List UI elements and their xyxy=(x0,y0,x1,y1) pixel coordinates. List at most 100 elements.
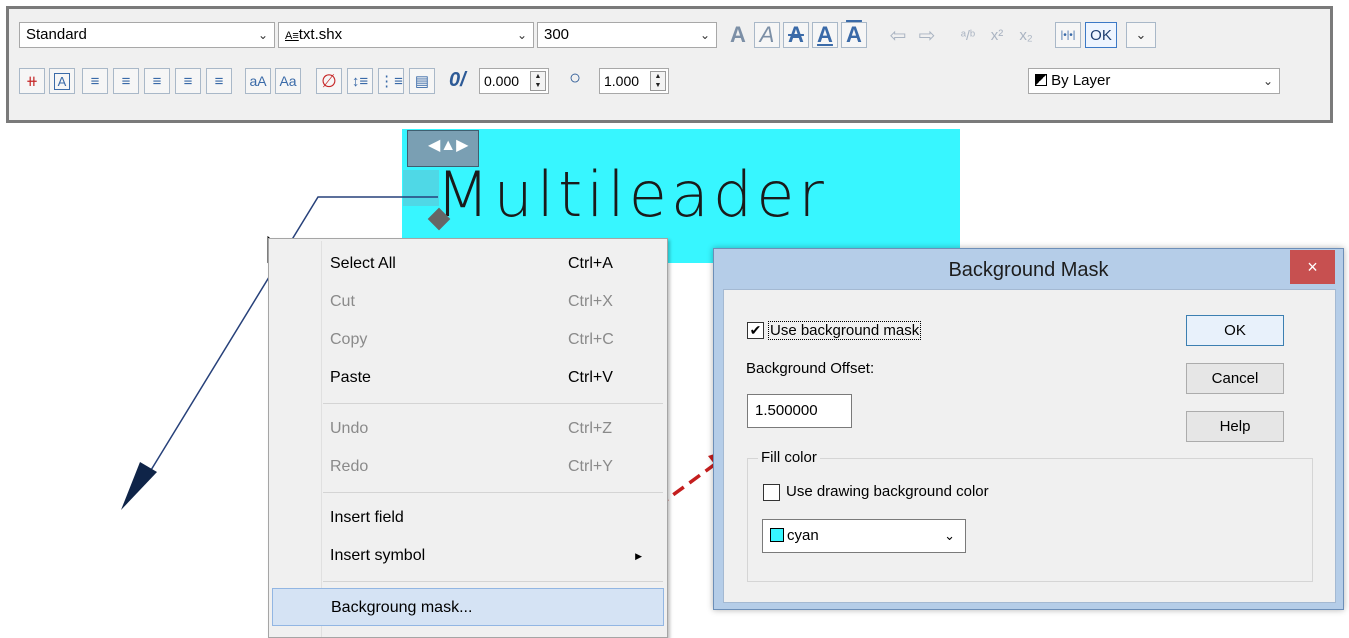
oblique-angle-spinner[interactable]: 0.000 ▲ ▼ xyxy=(479,68,549,94)
line-spacing-button[interactable]: ↕≡ xyxy=(347,68,373,94)
close-icon: × xyxy=(1307,257,1318,277)
font-dropdown[interactable]: A≡txt.shx ⌄ xyxy=(278,22,534,48)
cancel-label: Cancel xyxy=(1211,370,1259,387)
text-style-dropdown[interactable]: Standard ⌄ xyxy=(19,22,275,48)
subscript-button[interactable]: x₂ xyxy=(1013,22,1039,48)
font-icon: A≡ xyxy=(285,30,299,42)
undo-arrow-icon: ⇦ xyxy=(889,24,907,47)
text-height-value: 300 xyxy=(544,26,570,43)
use-drawing-bg-checkbox[interactable] xyxy=(763,484,780,501)
chevron-down-icon: ⌄ xyxy=(516,28,527,42)
ruler-button[interactable]: |•|•| xyxy=(1055,22,1081,48)
multileader-text[interactable]: Multileader xyxy=(436,158,828,231)
uppercase-button[interactable]: aA xyxy=(245,68,271,94)
columns-button[interactable]: ▤ xyxy=(409,68,435,94)
frame-button[interactable]: A xyxy=(49,68,75,94)
stack-button[interactable]: ᵃ/ᵇ xyxy=(955,22,981,48)
ok-label: OK xyxy=(1090,26,1112,44)
menu-item-label: Paste xyxy=(330,369,371,386)
offset-input[interactable]: 1.500000 xyxy=(747,394,852,428)
italic-button[interactable]: A xyxy=(754,22,780,48)
menu-item-select-all[interactable]: Select All Ctrl+A xyxy=(272,245,664,283)
bold-icon: A xyxy=(730,22,746,47)
lowercase-button[interactable]: Aa xyxy=(275,68,301,94)
undo-button[interactable]: ⇦ xyxy=(885,22,911,48)
offset-label: Background Offset: xyxy=(746,360,875,377)
background-mask-dialog: Background Mask × ✔ Use background mask … xyxy=(713,248,1344,610)
oblique-icon: 0/ xyxy=(449,69,466,91)
text-height-dropdown[interactable]: 300 ⌄ xyxy=(537,22,717,48)
ruler-icon: |•|•| xyxy=(1060,29,1076,41)
mtext-grip-square[interactable] xyxy=(403,170,439,206)
tracking-spinner[interactable]: 1.000 ▲ ▼ xyxy=(599,68,669,94)
menu-item-label: Copy xyxy=(330,331,368,348)
menu-separator xyxy=(323,403,663,404)
frame-a-icon: A xyxy=(53,72,71,90)
fill-color-legend: Fill color xyxy=(758,449,820,466)
menu-item-background-mask[interactable]: Backgroung mask... xyxy=(272,588,664,626)
dialog-title: Background Mask xyxy=(948,259,1109,281)
clear-format-icon: ⧺ xyxy=(25,73,39,90)
numbering-button[interactable]: ⋮≡ xyxy=(378,68,404,94)
menu-item-redo[interactable]: Redo Ctrl+Y xyxy=(272,448,664,486)
text-color-value: By Layer xyxy=(1051,72,1111,89)
menu-item-copy[interactable]: Copy Ctrl+C xyxy=(272,321,664,359)
superscript-icon: x² xyxy=(990,26,1004,44)
ok-button[interactable]: OK xyxy=(1186,315,1284,346)
menu-separator xyxy=(323,492,663,493)
ok-button[interactable]: OK xyxy=(1085,22,1117,48)
bold-button[interactable]: A xyxy=(725,22,751,48)
menu-item-shortcut: Ctrl+A xyxy=(568,255,613,272)
help-button[interactable]: Help xyxy=(1186,411,1284,442)
mtext-grip-handle[interactable]: ◀▲▶ xyxy=(407,130,479,167)
redo-button[interactable]: ⇨ xyxy=(914,22,940,48)
font-value: txt.shx xyxy=(298,26,343,43)
distribute-button[interactable]: ≡ xyxy=(206,68,232,94)
lowercase-icon: Aa xyxy=(279,73,297,89)
spinner-arrows-icon[interactable]: ▲ ▼ xyxy=(650,71,666,91)
align-center-button[interactable]: ≡ xyxy=(113,68,139,94)
align-right-button[interactable]: ≡ xyxy=(144,68,170,94)
strikethrough-icon: A xyxy=(788,22,804,47)
oblique-angle-value: 0.000 xyxy=(484,73,520,89)
menu-item-insert-symbol[interactable]: Insert symbol ▶ xyxy=(272,537,664,575)
cancel-button[interactable]: Cancel xyxy=(1186,363,1284,394)
close-button[interactable]: × xyxy=(1290,250,1335,284)
chevron-down-icon: ⌄ xyxy=(1262,74,1273,88)
align-left-icon: ≡ xyxy=(90,72,100,90)
menu-item-undo[interactable]: Undo Ctrl+Z xyxy=(272,410,664,448)
submenu-arrow-icon: ▶ xyxy=(635,551,642,561)
strikethrough-button[interactable]: A xyxy=(783,22,809,48)
chevron-down-icon: ⌄ xyxy=(1135,27,1147,42)
ok-label: OK xyxy=(1224,322,1246,339)
tracking-icon: ○ xyxy=(569,67,582,89)
context-menu: Select All Ctrl+A Cut Ctrl+X Copy Ctrl+C… xyxy=(268,238,668,638)
menu-item-insert-field[interactable]: Insert field xyxy=(272,499,664,537)
remove-formatting-button[interactable]: ⧺ xyxy=(19,68,45,94)
text-color-dropdown[interactable]: By Layer ⌄ xyxy=(1028,68,1280,94)
underline-button[interactable]: A xyxy=(812,22,838,48)
symbol-button[interactable]: ∅ xyxy=(316,68,342,94)
menu-item-label: Backgroung mask... xyxy=(331,599,473,616)
justify-button[interactable]: ≡ xyxy=(175,68,201,94)
align-center-icon: ≡ xyxy=(121,72,131,90)
menu-item-cut[interactable]: Cut Ctrl+X xyxy=(272,283,664,321)
menu-item-shortcut: Ctrl+Z xyxy=(568,420,612,437)
overline-button[interactable]: A xyxy=(841,22,867,48)
menu-item-paste[interactable]: Paste Ctrl+V xyxy=(272,359,664,397)
align-left-button[interactable]: ≡ xyxy=(82,68,108,94)
offset-value: 1.500000 xyxy=(755,402,818,419)
superscript-button[interactable]: x² xyxy=(984,22,1010,48)
fill-color-dropdown[interactable]: cyan ⌄ xyxy=(762,519,966,553)
menu-item-label: Undo xyxy=(330,420,369,437)
text-formatting-toolbar: Standard ⌄ A≡txt.shx ⌄ 300 ⌄ A A A A A ⇦… xyxy=(6,6,1333,123)
use-mask-label: Use background mask xyxy=(768,321,922,340)
use-mask-checkbox[interactable]: ✔ xyxy=(747,322,764,339)
menu-item-label: Redo xyxy=(330,458,369,475)
chevron-down-icon: ⌄ xyxy=(257,28,268,42)
spinner-arrows-icon[interactable]: ▲ ▼ xyxy=(530,71,546,91)
menu-item-label: Insert field xyxy=(330,509,404,526)
menu-item-shortcut: Ctrl+Y xyxy=(568,458,613,475)
help-label: Help xyxy=(1219,418,1251,435)
options-dropdown-button[interactable]: ⌄ xyxy=(1126,22,1156,48)
